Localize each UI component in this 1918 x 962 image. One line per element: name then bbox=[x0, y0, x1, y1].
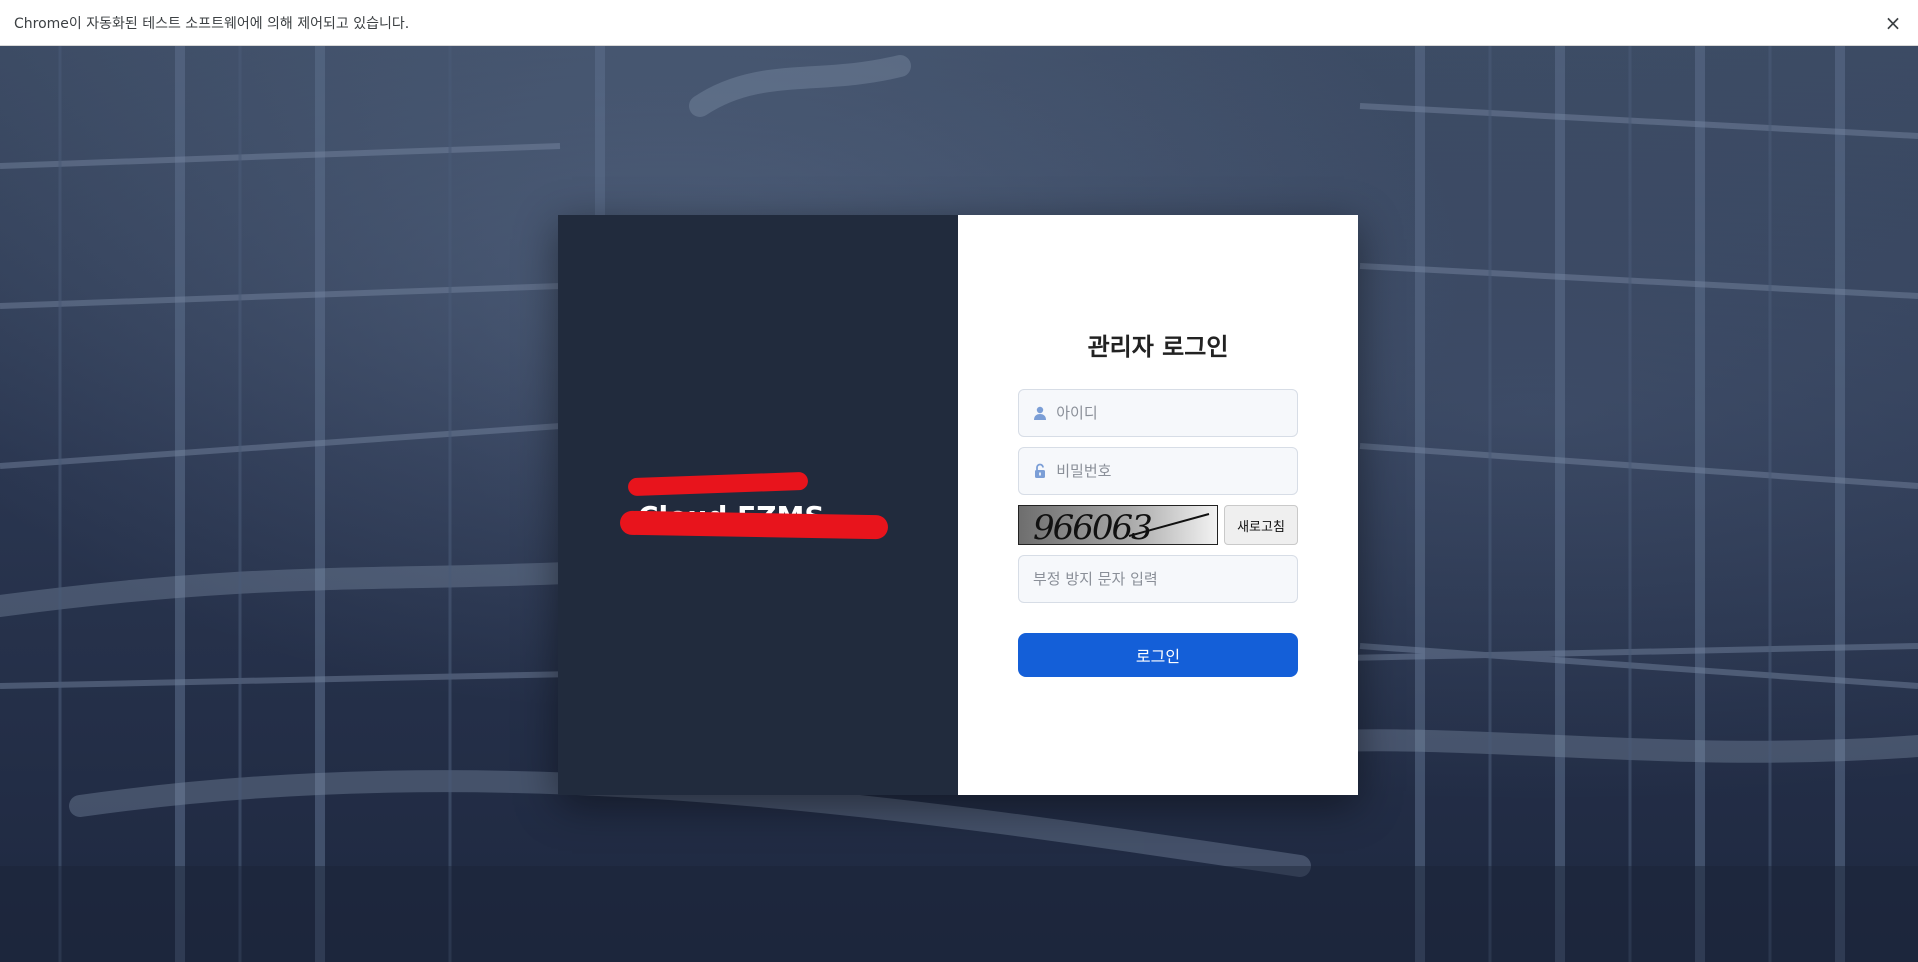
captcha-input[interactable] bbox=[1019, 556, 1297, 602]
unlock-icon bbox=[1019, 448, 1050, 494]
captcha-noise bbox=[1128, 513, 1210, 537]
infobar-message: Chrome이 자동화된 테스트 소프트웨어에 의해 제어되고 있습니다. bbox=[14, 15, 410, 32]
password-input[interactable] bbox=[1050, 448, 1297, 494]
redaction-mark bbox=[619, 510, 889, 540]
login-title: 관리자 로그인 bbox=[1087, 333, 1229, 361]
password-field bbox=[1018, 447, 1298, 495]
close-icon[interactable]: × bbox=[1882, 12, 1904, 34]
login-card: Cloud EZMS 관리자 로그인 bbox=[558, 215, 1358, 795]
automation-infobar: Chrome이 자동화된 테스트 소프트웨어에 의해 제어되고 있습니다. × bbox=[0, 0, 1918, 46]
brand-panel: Cloud EZMS bbox=[558, 215, 958, 795]
captcha-refresh-button[interactable]: 새로고침 bbox=[1224, 505, 1298, 545]
login-button[interactable]: 로그인 bbox=[1018, 633, 1298, 677]
captcha-image: 966063 bbox=[1018, 505, 1218, 545]
id-input[interactable] bbox=[1050, 390, 1297, 436]
login-panel: 관리자 로그인 966063 bbox=[958, 215, 1358, 795]
redaction-mark bbox=[627, 471, 809, 497]
id-field bbox=[1018, 389, 1298, 437]
captcha-field bbox=[1018, 555, 1298, 603]
user-icon bbox=[1019, 390, 1050, 436]
